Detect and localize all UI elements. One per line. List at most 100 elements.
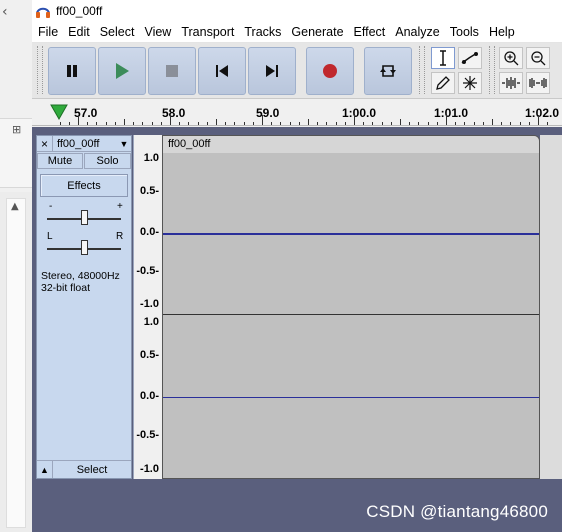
play-head-icon[interactable]: [50, 104, 68, 120]
amplitude-label: -1.0: [140, 463, 159, 475]
track-name-menu[interactable]: ff00_00ff: [53, 138, 117, 150]
selection-tool-icon: [440, 50, 446, 66]
transport-toolbar: [32, 43, 562, 99]
timeline-tick: [188, 122, 189, 125]
skip-to-start-button[interactable]: [198, 47, 246, 95]
timeline-tick: [69, 122, 70, 125]
menu-file[interactable]: File: [32, 23, 63, 42]
select-track-button[interactable]: Select: [53, 464, 131, 476]
time-label: 59.0: [256, 106, 280, 120]
adjacent-panel: ⊞: [0, 118, 32, 188]
pause-button[interactable]: [48, 47, 96, 95]
envelope-tool-button[interactable]: [458, 47, 482, 69]
pan-slider[interactable]: [47, 239, 121, 257]
track-control-panel: × ff00_00ff ▼ Mute Solo Effects - + L R …: [36, 135, 132, 479]
timeline-tick: [317, 122, 318, 125]
trim-audio-button[interactable]: [499, 72, 523, 94]
draw-tool-icon: [436, 76, 450, 90]
toolbar-grip[interactable]: [37, 46, 43, 94]
zoom-out-button[interactable]: [526, 47, 550, 69]
solo-button[interactable]: Solo: [84, 153, 131, 169]
chevron-down-icon[interactable]: ▼: [117, 136, 131, 151]
record-button[interactable]: [306, 47, 354, 95]
menu-tools[interactable]: Tools: [445, 23, 484, 42]
menu-transport[interactable]: Transport: [176, 23, 239, 42]
menu-edit[interactable]: Edit: [63, 23, 95, 42]
timeline-tick: [96, 122, 97, 125]
timeline-tick: [262, 115, 263, 125]
timeline-tick: [179, 122, 180, 125]
zoom-in-icon: [504, 51, 519, 66]
menu-effect[interactable]: Effect: [349, 23, 391, 42]
amplitude-label: 1.0: [143, 152, 159, 164]
collapse-up-icon: ▲: [40, 464, 49, 475]
timeline-ruler[interactable]: 57.0 58.0 59.0 1:00.0 1:01.0 1:02.0: [32, 100, 562, 126]
collapse-track-button[interactable]: ▲: [37, 461, 53, 478]
track-header: × ff00_00ff ▼: [37, 136, 131, 152]
toolbar-grip[interactable]: [489, 46, 495, 94]
adjacent-list: ▲: [0, 192, 32, 532]
gain-slider[interactable]: [47, 209, 121, 227]
timeline-tick: [161, 122, 162, 125]
timeline-tick: [87, 122, 88, 125]
timeline-tick: [326, 122, 327, 125]
draw-tool-button[interactable]: [431, 72, 455, 94]
adjacent-scrollbar[interactable]: ▲: [6, 198, 26, 528]
timeline-tick: [363, 122, 364, 125]
chevron-left-icon[interactable]: ‹: [2, 4, 8, 20]
close-track-button[interactable]: ×: [37, 136, 53, 151]
clip-title-bar[interactable]: ff00_00ff: [163, 136, 539, 153]
timeline-tick: [446, 115, 447, 125]
menu-analyze[interactable]: Analyze: [390, 23, 444, 42]
amplitude-label: 0.0-: [140, 226, 159, 238]
timeline-tick: [538, 115, 539, 125]
timeline-tick: [253, 122, 254, 125]
timeline-tick: [409, 122, 410, 125]
loop-icon: [380, 65, 396, 77]
timeline-tick: [290, 122, 291, 125]
multi-tool-button[interactable]: [458, 72, 482, 94]
gain-slider-thumb[interactable]: [80, 210, 88, 225]
skip-to-end-button[interactable]: [248, 47, 296, 95]
waveform-area[interactable]: ff00_00ff: [162, 135, 540, 479]
skip-to-end-icon: [266, 65, 278, 77]
menu-view[interactable]: View: [139, 23, 176, 42]
pan-slider-thumb[interactable]: [80, 240, 88, 255]
time-label: 1:00.0: [342, 106, 377, 120]
watermark: CSDN @tiantang46800: [366, 502, 548, 521]
timeline-tick: [336, 122, 337, 125]
timeline-tick: [216, 119, 217, 125]
grid-icon[interactable]: ⊞: [12, 123, 21, 136]
timeline-tick: [133, 122, 134, 125]
stop-button[interactable]: [148, 47, 196, 95]
timeline-tick: [78, 115, 79, 125]
menu-help[interactable]: Help: [484, 23, 520, 42]
amplitude-ruler[interactable]: 1.0 0.5- 0.0- -0.5- -1.0 1.0 0.5- 0.0- -…: [133, 135, 162, 479]
toolbar-grip[interactable]: [419, 46, 425, 94]
selection-tool-button[interactable]: [431, 47, 455, 69]
zoom-in-button[interactable]: [499, 47, 523, 69]
timeline-tick: [483, 122, 484, 125]
menu-select[interactable]: Select: [95, 23, 140, 42]
timeline-tick: [234, 122, 235, 125]
amplitude-label: -0.5-: [136, 265, 159, 277]
silence-audio-button[interactable]: [526, 72, 550, 94]
menu-tracks[interactable]: Tracks: [239, 23, 286, 42]
timeline-tick: [437, 122, 438, 125]
adjacent-window: ‹ ⊞ ▲: [0, 0, 32, 532]
timeline-tick: [142, 122, 143, 125]
timeline-tick: [308, 119, 309, 125]
loop-button[interactable]: [364, 47, 412, 95]
tracks-area: × ff00_00ff ▼ Mute Solo Effects - + L R …: [32, 127, 562, 532]
mute-button[interactable]: Mute: [37, 153, 83, 169]
effects-button[interactable]: Effects: [40, 174, 128, 197]
timeline-tick: [428, 122, 429, 125]
menu-generate[interactable]: Generate: [286, 23, 348, 42]
play-button[interactable]: [98, 47, 146, 95]
amplitude-label: 0.5-: [140, 349, 159, 361]
timeline-tick: [464, 122, 465, 125]
scroll-up-icon[interactable]: ▲: [11, 201, 19, 212]
timeline-tick: [510, 122, 511, 125]
timeline-tick: [244, 122, 245, 125]
track-footer: ▲ Select: [37, 460, 131, 478]
